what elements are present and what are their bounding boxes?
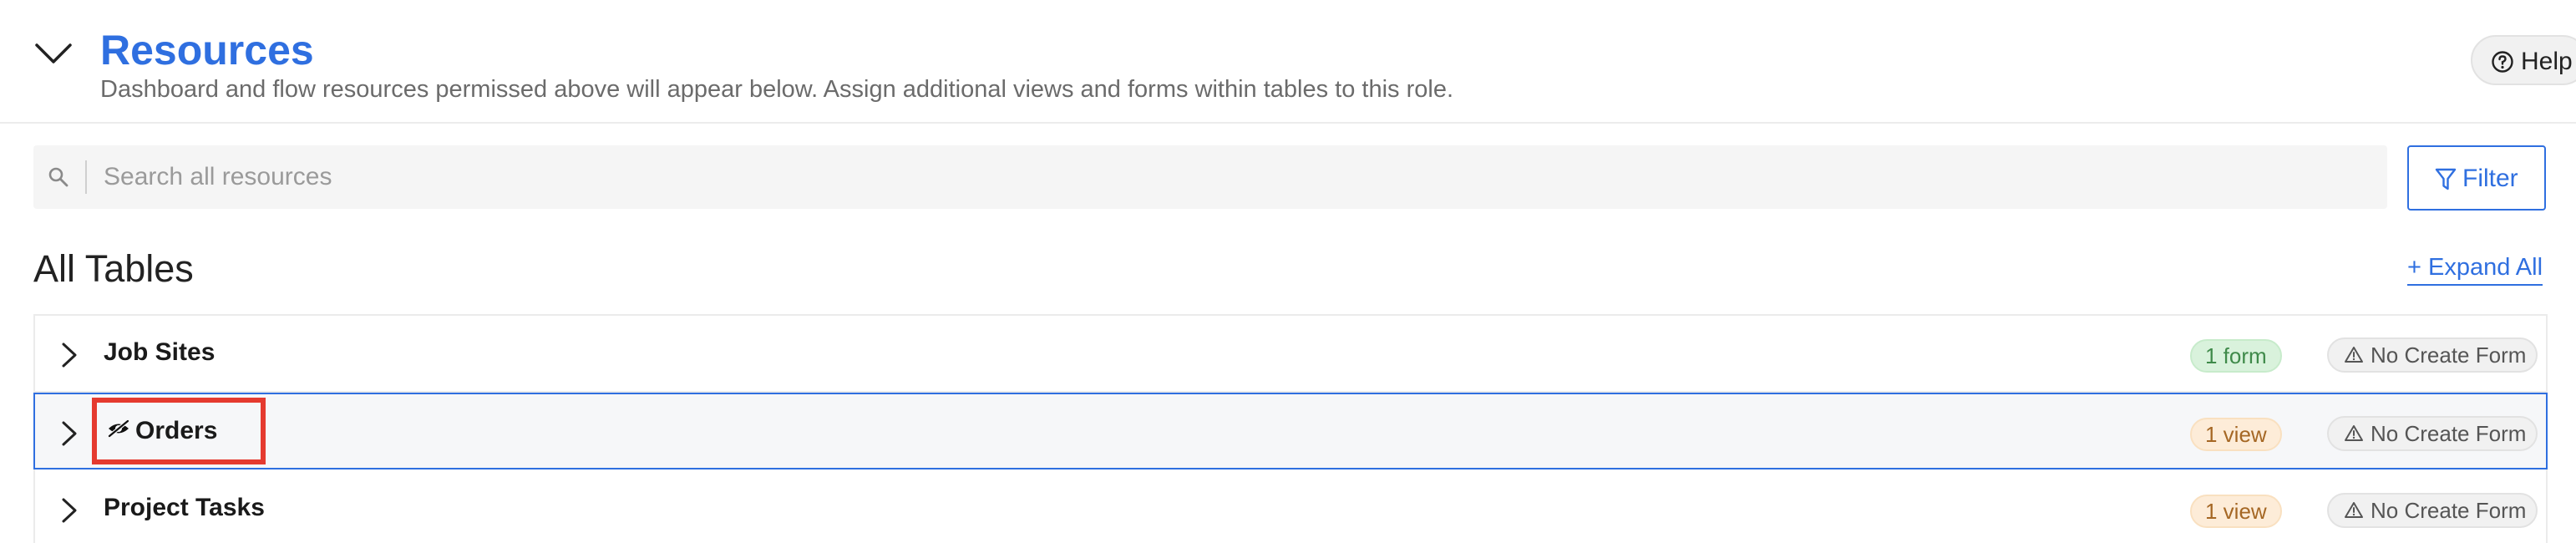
table-row-project-tasks[interactable]: Project Tasks 1 view No Create Form <box>35 471 2546 543</box>
filter-label: Filter <box>2462 165 2518 192</box>
help-label: Help <box>2521 48 2573 75</box>
chevron-right-icon[interactable] <box>57 496 82 525</box>
filter-button[interactable]: Filter <box>2407 145 2546 211</box>
warning-icon <box>2345 347 2363 363</box>
collapse-chevron-icon[interactable] <box>33 38 74 69</box>
page-subtitle: Dashboard and flow resources permissed a… <box>100 76 1454 103</box>
table-row-job-sites[interactable]: Job Sites 1 form No Create Form <box>35 316 2546 393</box>
expand-all-link[interactable]: + Expand All <box>2407 252 2543 286</box>
search-icon <box>48 167 68 187</box>
no-create-form-badge: No Create Form <box>2327 493 2538 528</box>
forms-count-badge: 1 form <box>2190 339 2282 373</box>
search-bar[interactable] <box>33 145 2387 209</box>
funnel-icon <box>2435 168 2457 190</box>
no-create-form-label: No Create Form <box>2371 498 2527 523</box>
row-name: Job Sites <box>104 338 216 366</box>
no-create-form-badge: No Create Form <box>2327 416 2538 451</box>
eye-slash-icon <box>107 419 130 439</box>
views-count-badge: 1 view <box>2190 495 2282 528</box>
no-create-form-label: No Create Form <box>2371 421 2527 446</box>
question-circle-icon <box>2492 51 2513 73</box>
views-count-badge: 1 view <box>2190 418 2282 451</box>
warning-icon <box>2345 502 2363 518</box>
no-create-form-label: No Create Form <box>2371 343 2527 368</box>
help-button[interactable]: Help <box>2471 35 2576 85</box>
tables-list: Job Sites 1 form No Create Form Orders 1… <box>33 314 2548 543</box>
chevron-right-icon[interactable] <box>57 419 82 448</box>
row-name: Orders <box>135 417 218 444</box>
highlighted-row-name: Orders <box>92 398 266 464</box>
warning-icon <box>2345 425 2363 441</box>
no-create-form-badge: No Create Form <box>2327 337 2538 373</box>
section-title: All Tables <box>33 247 194 290</box>
resources-header: Resources Dashboard and flow resources p… <box>0 0 2576 124</box>
page-title: Resources <box>100 27 314 74</box>
search-input[interactable] <box>104 145 2359 209</box>
row-name: Project Tasks <box>104 494 265 521</box>
search-divider <box>85 160 87 194</box>
chevron-right-icon[interactable] <box>57 341 82 369</box>
table-row-orders[interactable]: Orders 1 view No Create Form <box>33 393 2548 469</box>
